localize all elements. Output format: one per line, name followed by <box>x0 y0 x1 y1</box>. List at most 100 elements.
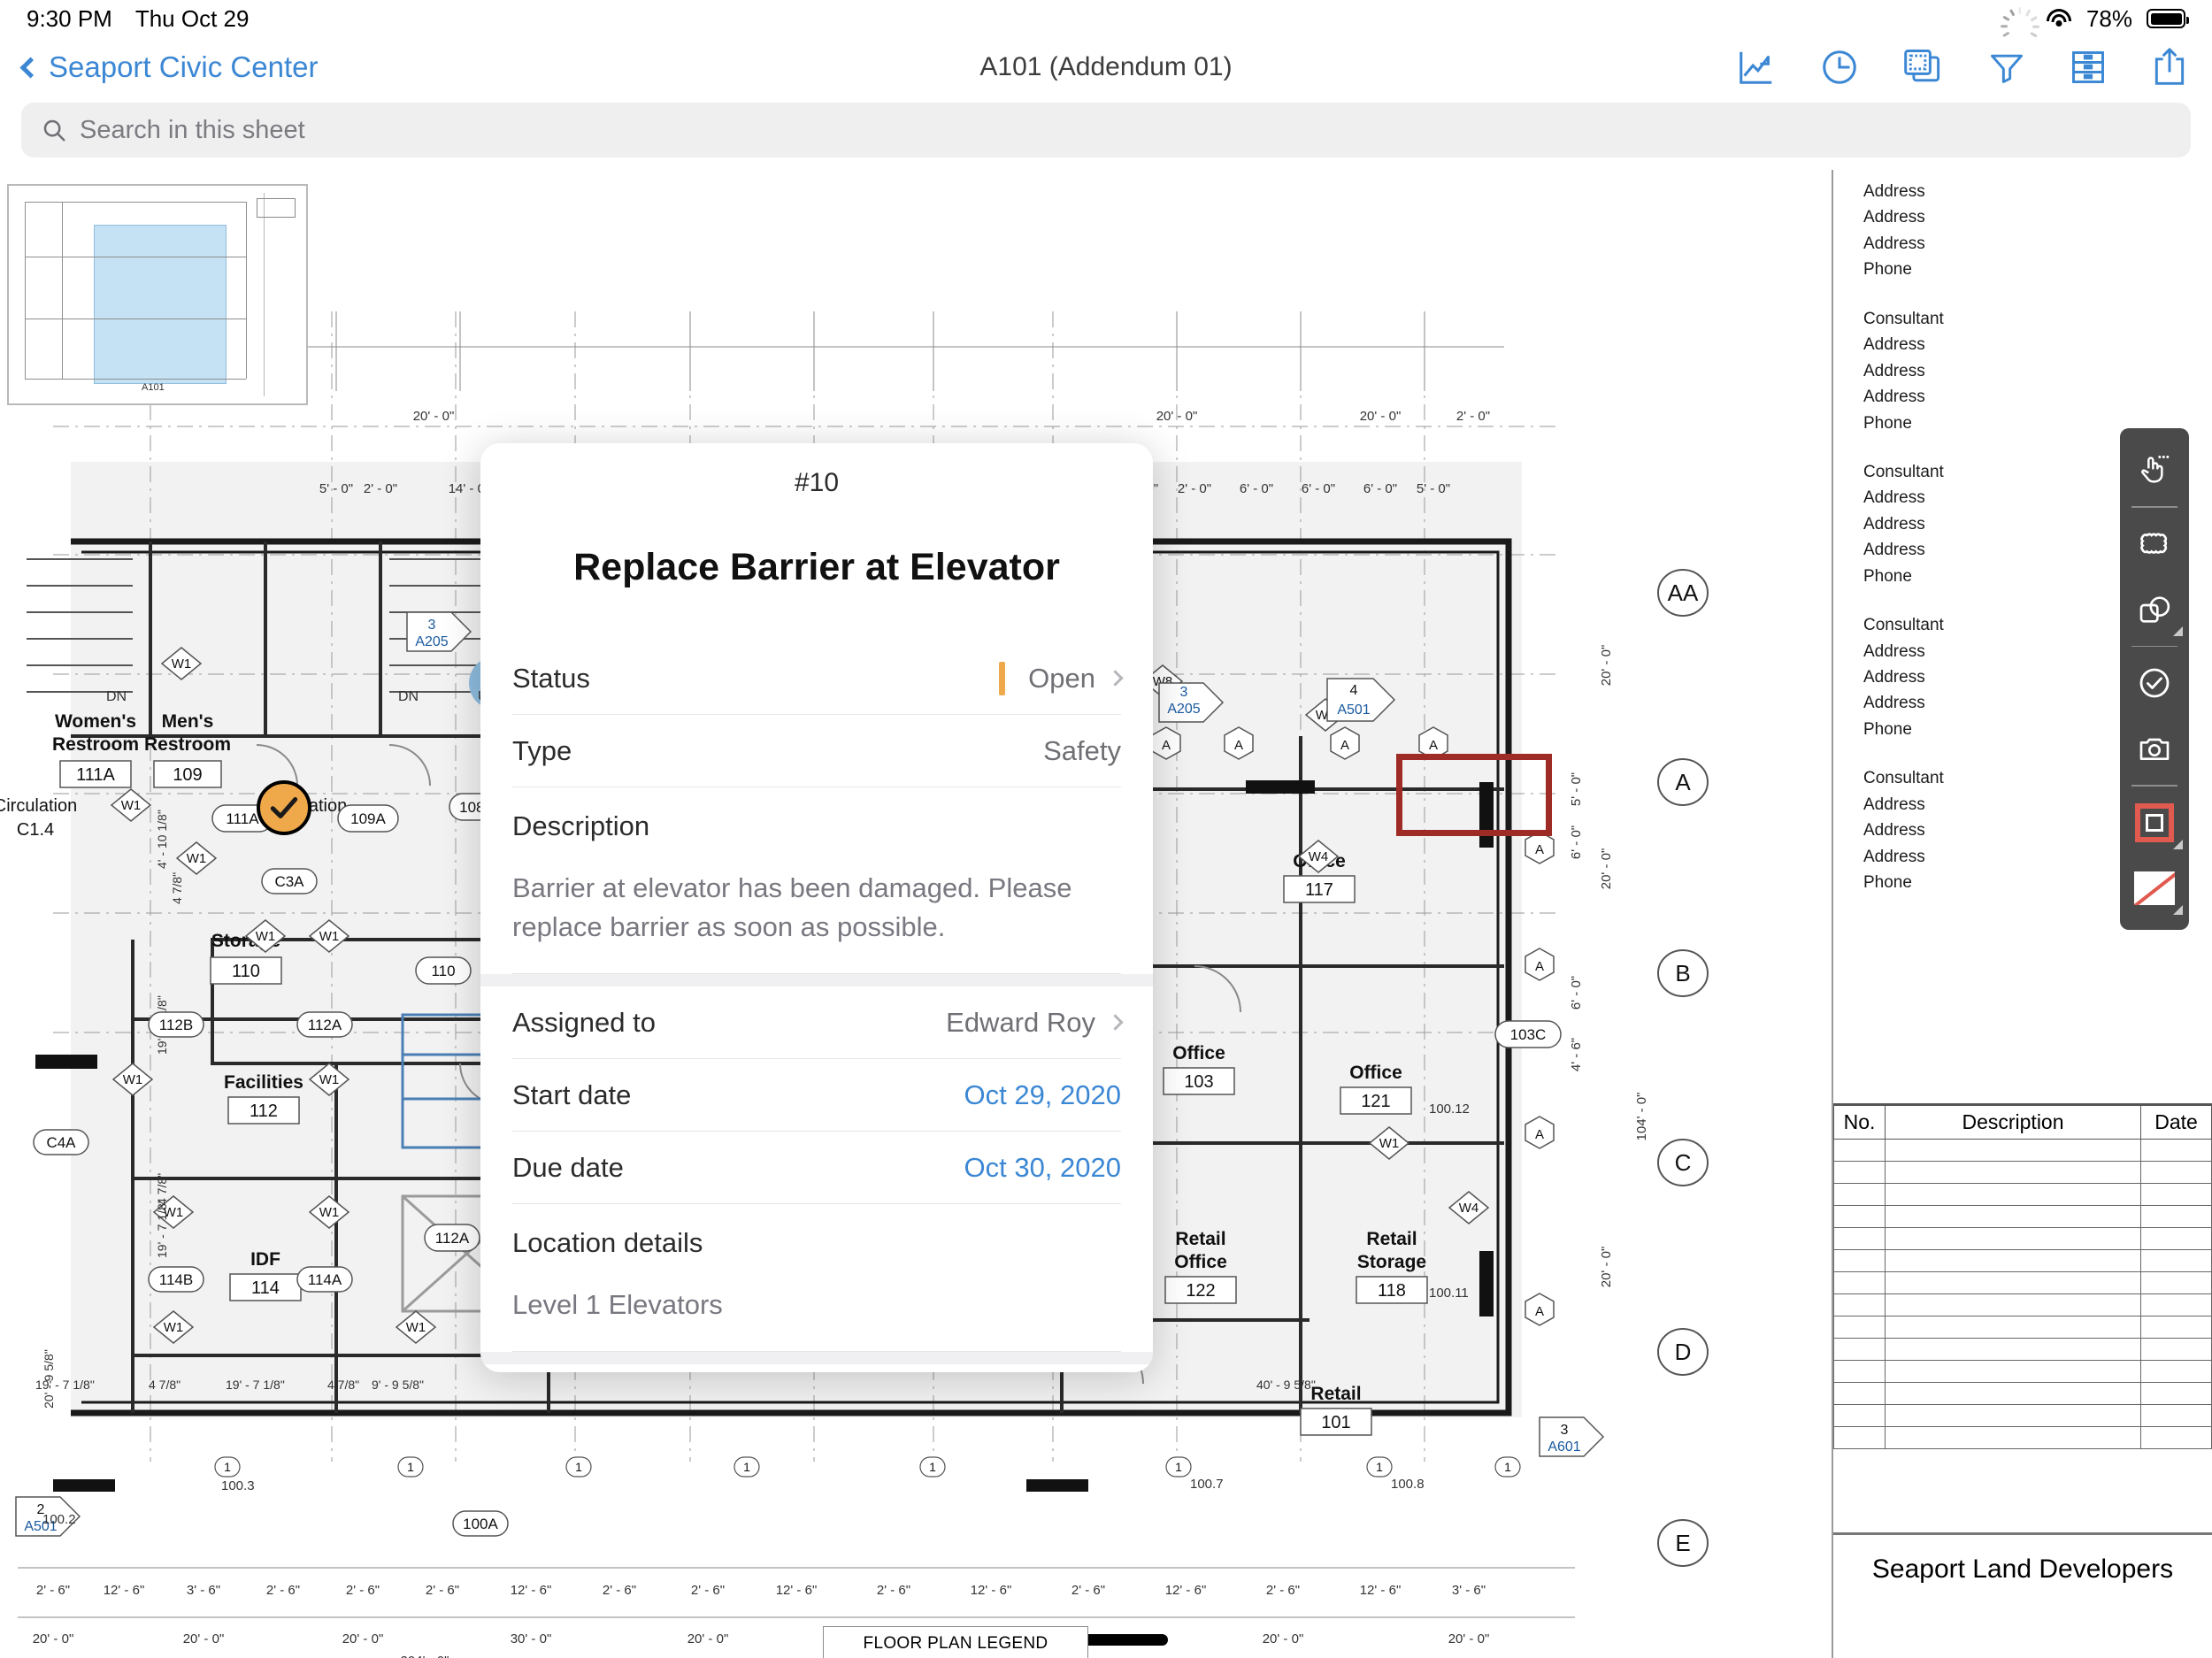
svg-text:5' - 0": 5' - 0" <box>319 481 353 496</box>
issue-pin-marker[interactable] <box>257 780 311 835</box>
filter-icon[interactable] <box>1987 47 2026 88</box>
svg-text:100.11: 100.11 <box>1429 1286 1469 1301</box>
wifi-icon <box>2046 8 2072 29</box>
svg-text:3' - 6": 3' - 6" <box>187 1583 220 1598</box>
svg-text:W1: W1 <box>319 1072 340 1087</box>
nav-icon-group <box>1736 46 2189 88</box>
svg-text:2' - 0": 2' - 0" <box>364 481 397 496</box>
search-placeholder: Search in this sheet <box>80 115 305 144</box>
issue-due-date-value[interactable]: Oct 30, 2020 <box>964 1152 1121 1184</box>
issue-detail-modal[interactable]: #10 Replace Barrier at Elevator Status O… <box>480 443 1153 1372</box>
svg-text:A: A <box>1535 1127 1544 1142</box>
svg-text:W1: W1 <box>187 851 207 866</box>
svg-text:204' - 0": 204' - 0" <box>401 1654 449 1658</box>
svg-text:A: A <box>1535 959 1544 974</box>
issue-root-cause-label: Root Cause <box>512 1369 656 1372</box>
svg-text:W1: W1 <box>121 798 142 813</box>
line-options-corner-icon <box>2173 904 2183 915</box>
svg-text:C4A: C4A <box>46 1134 76 1151</box>
svg-text:100A: 100A <box>463 1516 498 1532</box>
battery-icon <box>2147 9 2189 28</box>
svg-text:Restroom: Restroom <box>52 734 139 755</box>
svg-text:A501: A501 <box>1337 702 1370 718</box>
issue-start-date-row[interactable]: Start date Oct 29, 2020 <box>512 1059 1121 1132</box>
svg-text:19' - 7 1/8": 19' - 7 1/8" <box>35 1378 95 1392</box>
revision-row <box>1833 1249 2212 1272</box>
activity-spinner-icon <box>2000 7 2039 46</box>
issue-assignee-row[interactable]: Assigned to Edward Roy <box>512 986 1124 1060</box>
drawer-icon[interactable] <box>2069 47 2108 88</box>
rectangle-color-tool[interactable] <box>2120 790 2189 856</box>
svg-text:2' - 6": 2' - 6" <box>346 1583 380 1598</box>
svg-text:2' - 6": 2' - 6" <box>1071 1583 1105 1598</box>
svg-text:C: C <box>1675 1149 1692 1176</box>
issue-due-date-row[interactable]: Due date Oct 30, 2020 <box>512 1132 1121 1205</box>
svg-text:1: 1 <box>1504 1460 1511 1474</box>
modal-section-divider-1 <box>480 974 1153 987</box>
issue-title: Replace Barrier at Elevator <box>573 546 1060 588</box>
checkmark-icon <box>270 796 298 819</box>
svg-text:4: 4 <box>1350 683 1358 698</box>
svg-text:4 7/8": 4 7/8" <box>327 1378 359 1392</box>
svg-text:100.3: 100.3 <box>221 1478 255 1493</box>
svg-text:2' - 6": 2' - 6" <box>36 1583 70 1598</box>
svg-text:20' - 0": 20' - 0" <box>1599 645 1614 687</box>
svg-text:20' - 0": 20' - 0" <box>1156 409 1198 424</box>
revision-row <box>1833 1161 2212 1184</box>
svg-text:A205: A205 <box>415 634 448 649</box>
camera-tool[interactable] <box>2120 716 2189 781</box>
svg-text:110: 110 <box>431 963 455 979</box>
svg-text:1: 1 <box>743 1460 750 1474</box>
legend-label: FLOOR PLAN LEGEND <box>863 1634 1048 1653</box>
consultant-line: Phone <box>1863 260 1912 280</box>
svg-text:110: 110 <box>232 962 260 981</box>
svg-text:2' - 6": 2' - 6" <box>877 1583 910 1598</box>
svg-text:19' - 7 1/8": 19' - 7 1/8" <box>155 1199 169 1258</box>
svg-text:6' - 0": 6' - 0" <box>1363 481 1397 496</box>
cloud-markup-tool[interactable] <box>2120 511 2189 577</box>
search-input[interactable]: Search in this sheet <box>21 103 2191 157</box>
issue-status-row[interactable]: Status Open <box>512 642 1124 715</box>
svg-text:12' - 6": 12' - 6" <box>1165 1583 1207 1598</box>
svg-text:A: A <box>1535 842 1544 857</box>
svg-text:20' - 0": 20' - 0" <box>1599 1247 1614 1288</box>
history-clock-icon[interactable] <box>1819 47 1860 88</box>
svg-text:W1: W1 <box>1379 1136 1400 1151</box>
svg-text:20' - 0": 20' - 0" <box>1263 1631 1304 1646</box>
consultant-line: Address <box>1863 335 1925 355</box>
svg-text:12' - 6": 12' - 6" <box>776 1583 818 1598</box>
issue-root-cause-value-group: Material - Material component failure <box>656 1369 1121 1372</box>
battery-percent: 78% <box>2085 4 2132 32</box>
markup-rectangle[interactable] <box>1396 754 1552 836</box>
svg-text:3: 3 <box>1180 685 1188 700</box>
svg-text:2' - 0": 2' - 0" <box>1456 409 1490 424</box>
svg-text:114: 114 <box>251 1278 280 1298</box>
issue-start-date-value[interactable]: Oct 29, 2020 <box>964 1079 1121 1111</box>
back-button-label: Seaport Civic Center <box>49 50 319 83</box>
issue-type-row: Type Safety <box>512 715 1121 787</box>
consultant-line: Address <box>1863 208 1925 227</box>
svg-text:W1: W1 <box>319 1205 340 1220</box>
svg-text:117: 117 <box>1305 880 1333 900</box>
issue-type-value: Safety <box>1043 734 1121 766</box>
issue-location-label: Location details <box>512 1227 703 1259</box>
search-section: Search in this sheet <box>0 97 2212 170</box>
svg-text:12' - 6": 12' - 6" <box>511 1583 552 1598</box>
sheet-canvas[interactable]: Women's Restroom Men's Restroom Storage Fa… <box>0 170 2212 1658</box>
analytics-icon[interactable] <box>1736 47 1777 88</box>
pointer-hand-tool[interactable] <box>2120 437 2189 503</box>
back-button[interactable]: Seaport Civic Center <box>19 50 319 84</box>
issue-location-value: Level 1 Elevators <box>512 1289 723 1321</box>
issue-root-cause-row[interactable]: Root Cause Material - Material component… <box>512 1364 1121 1372</box>
svg-text:Office: Office <box>1172 1043 1225 1063</box>
svg-text:Retail: Retail <box>1310 1384 1361 1404</box>
share-icon[interactable] <box>2150 46 2189 88</box>
shapes-tool[interactable] <box>2120 577 2189 642</box>
line-color-tool[interactable] <box>2120 856 2189 921</box>
svg-text:DN: DN <box>398 689 419 704</box>
checkmark-issue-tool[interactable] <box>2120 650 2189 716</box>
svg-text:103: 103 <box>1184 1072 1213 1092</box>
issue-start-date-label: Start date <box>512 1078 632 1110</box>
key-plan-thumbnail[interactable]: A101 <box>7 184 308 405</box>
compare-sheets-icon[interactable] <box>1902 47 1945 88</box>
